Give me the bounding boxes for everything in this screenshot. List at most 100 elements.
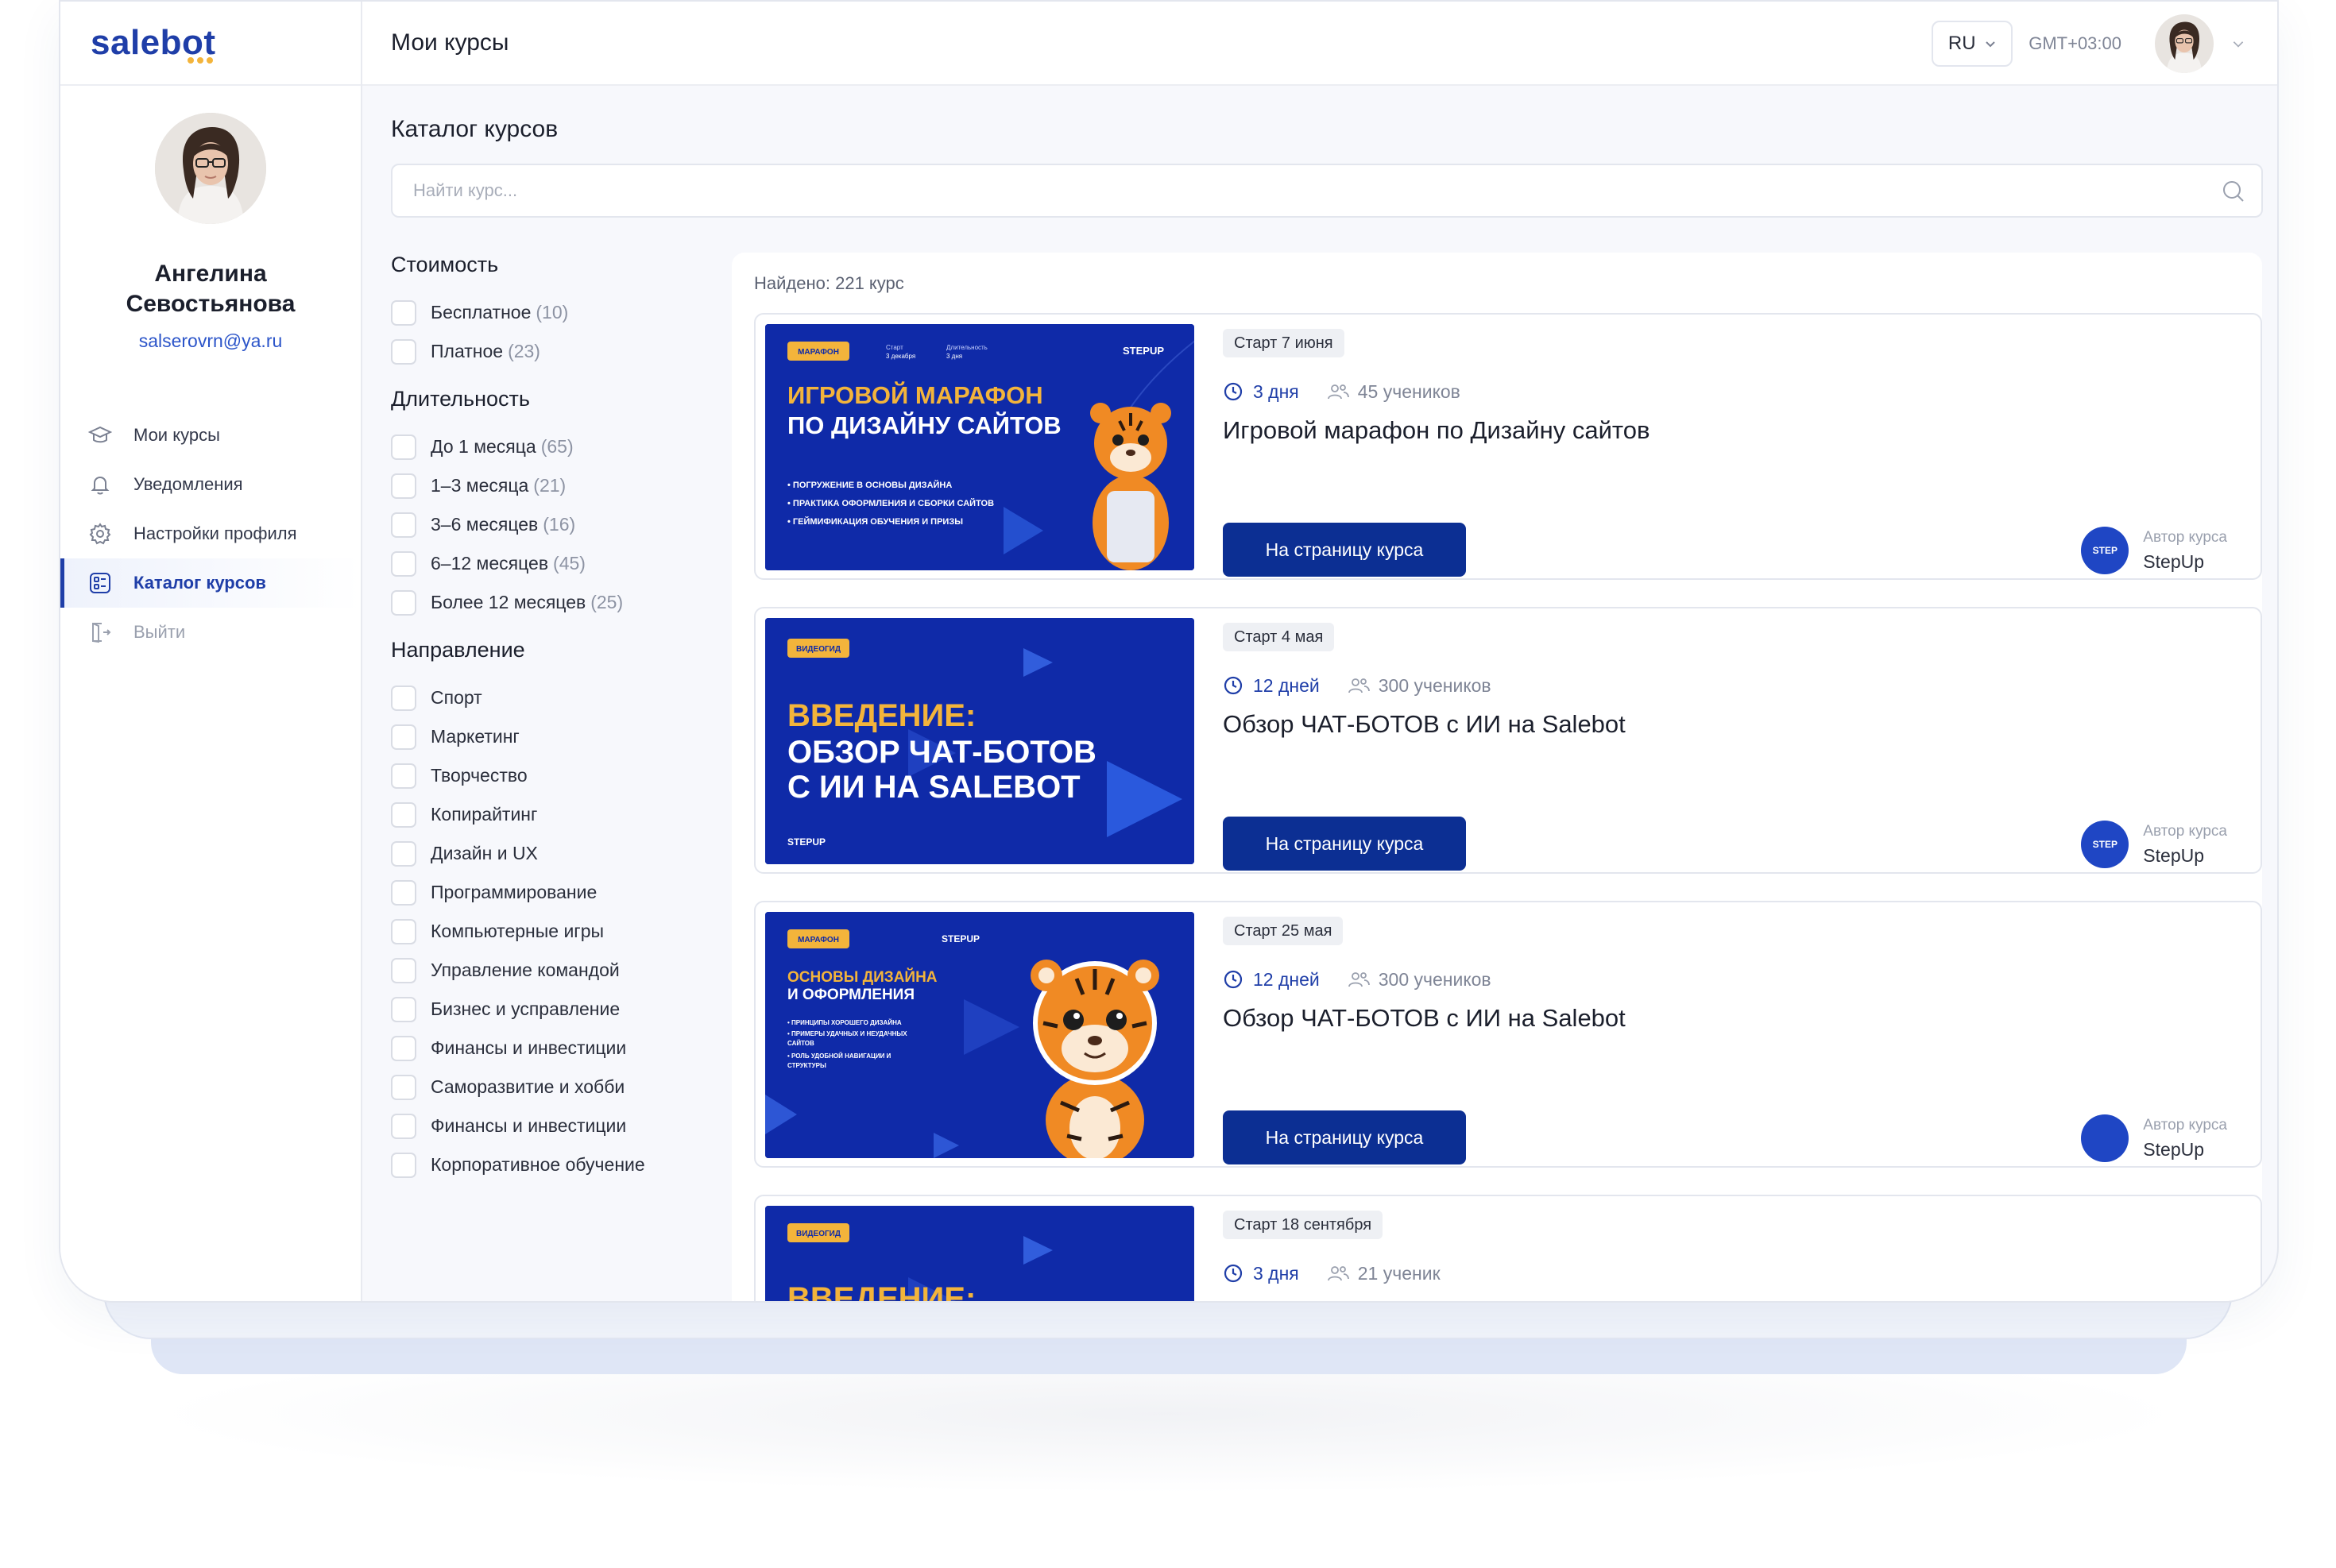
filter-option[interactable]: Более 12 месяцев (25) [391,583,709,622]
checkbox[interactable] [391,957,416,983]
filter-option-count: (25) [590,592,624,612]
filter-option[interactable]: Финансы и инвестиции [391,1029,709,1068]
course-thumbnail[interactable]: МАРАФОН Старт 3 декабря Длительность 3 д… [765,324,1194,570]
course-thumbnail[interactable]: ВИДЕОГИД ВВЕДЕНИЕ: [765,1206,1194,1303]
course-thumbnail[interactable]: МАРАФОН STEPUP ОСНОВЫ ДИЗАЙНА И ОФОРМЛЕН… [765,912,1194,1158]
filter-option-label: Корпоративное обучение [431,1154,645,1175]
thumb-heading: ВВЕДЕНИЕ: [787,1281,976,1303]
filter-group-duration: Длительность До 1 месяца (65) 1–3 месяца(… [391,387,709,622]
checkbox[interactable] [391,550,416,577]
search-input[interactable] [393,180,2188,201]
filter-option-label: Копирайтинг [431,804,538,825]
chevron-down-icon[interactable] [2231,37,2245,51]
open-course-button[interactable]: На страницу курса [1223,1110,1466,1164]
thumb-small: 3 декабря [886,353,915,360]
sidebar-item-profile-settings[interactable]: Настройки профиля [60,509,361,558]
checkbox[interactable] [391,996,416,1022]
search-icon[interactable] [2220,178,2247,205]
course-title[interactable]: Обзор ЧАТ-БОТОВ с ИИ на Salebot [1223,1004,2241,1033]
checkbox[interactable] [391,299,416,326]
checkbox[interactable] [391,473,416,499]
filter-option-count: (23) [508,341,540,361]
checkbox[interactable] [391,1113,416,1139]
filter-option[interactable]: 6–12 месяцев (45) [391,544,709,583]
profile-avatar[interactable] [155,113,266,224]
filter-option[interactable]: 1–3 месяца (21) [391,466,709,505]
course-info: Старт 4 мая 12 дней 300 учеников Обзор Ч… [1223,623,2241,872]
sidebar-item-label: Каталог курсов [133,573,266,593]
filter-group-direction: Направление Спорт Маркетинг Творчество К… [391,638,709,1184]
filter-option-label: Бесплатное [431,302,532,322]
checkbox[interactable] [391,801,416,828]
sidebar-item-label: Настройки профиля [133,523,297,543]
results-panel: Найдено: 221 курс МАРАФОН Старт 3 декабр… [732,253,2262,1303]
filter-option-label: До 1 месяца [431,436,536,457]
filter-option[interactable]: Дизайн и UX [391,834,709,873]
filter-option[interactable]: Маркетинг [391,717,709,756]
checkbox[interactable] [391,918,416,944]
user-avatar[interactable] [2155,14,2214,73]
filter-option[interactable]: Творчество [391,756,709,795]
checkbox[interactable] [391,1035,416,1061]
filter-option-count: (65) [540,436,574,457]
course-author[interactable]: STEP Автор курса StepUp [2081,523,2227,578]
filter-option-label: 1–3 месяца [431,475,529,496]
checkbox[interactable] [391,1074,416,1100]
timezone-label[interactable]: GMT+03:00 [2029,33,2121,54]
course-title[interactable]: Игровой марафон по Дизайну сайтов [1223,416,2241,445]
filter-option[interactable]: Программирование [391,873,709,912]
filter-option[interactable]: Финансы и инвестиции [391,1106,709,1145]
language-value: RU [1947,33,1976,54]
clock-icon [1224,970,1243,989]
filter-group-title: Длительность [391,387,530,411]
checkbox[interactable] [391,685,416,711]
thumb-tag: МАРАФОН [798,936,839,944]
open-course-button[interactable]: На страницу курса [1223,817,1466,871]
course-students: 45 учеников [1357,380,1460,402]
checkbox[interactable] [391,1152,416,1178]
filter-option[interactable]: Бизнес и усправление [391,990,709,1029]
sidebar-item-logout[interactable]: Выйти [60,608,361,657]
filter-option[interactable]: Саморазвитие и хобби [391,1068,709,1106]
filter-option[interactable]: Компьютерные игры [391,912,709,951]
filter-option-count: (10) [536,302,569,322]
checkbox[interactable] [391,338,416,365]
course-author[interactable]: STEP Автор курса StepUp [2081,817,2227,872]
filter-option[interactable]: До 1 месяца (65) [391,427,709,466]
sidebar-item-notifications[interactable]: Уведомления [60,460,361,509]
course-title[interactable]: Обзор ЧАТ-БОТОВ с ИИ на Salebot [1223,710,2241,739]
thumb-tag: ВИДЕОГИД [796,645,841,654]
filter-option-label: 3–6 месяцев [431,514,539,535]
author-caption: Автор курса [2143,528,2227,546]
sidebar-item-my-courses[interactable]: Мои курсы [60,411,361,460]
course-duration: 12 дней [1253,674,1320,696]
filter-option[interactable]: 3–6 месяцев (16) [391,505,709,544]
filter-option[interactable]: Управление командой [391,951,709,990]
checkbox[interactable] [391,763,416,789]
checkbox[interactable] [391,879,416,906]
clock-icon [1224,676,1243,695]
checkbox[interactable] [391,512,416,538]
checkbox[interactable] [391,840,416,867]
filter-option-count: (45) [553,553,586,574]
start-date-badge: Старт 18 сентября [1223,1211,1383,1239]
open-course-button[interactable]: На страницу курса [1223,523,1466,577]
filter-option[interactable]: Бесплатное (10) [391,293,709,332]
checkbox[interactable] [391,724,416,750]
clock-icon [1224,382,1243,401]
checkbox[interactable] [391,434,416,460]
logout-icon [86,618,114,647]
author-logo-icon [2081,1114,2129,1162]
filter-option[interactable]: Спорт [391,678,709,717]
sidebar-item-course-catalog[interactable]: Каталог курсов [60,558,361,608]
course-author[interactable]: Автор курса StepUp [2081,1110,2227,1166]
checkbox[interactable] [391,589,416,616]
topbar: Мои курсы RU GMT+03:00 [362,2,2277,86]
filter-option-label: Саморазвитие и хобби [431,1076,625,1097]
language-select[interactable]: RU [1932,21,2013,67]
filter-option[interactable]: Платное (23) [391,332,709,371]
sidebar-item-label: Уведомления [133,474,243,494]
filter-option[interactable]: Копирайтинг [391,795,709,834]
filter-option[interactable]: Корпоративное обучение [391,1145,709,1184]
course-thumbnail[interactable]: ВИДЕОГИД ВВЕДЕНИЕ: ОБЗОР ЧАТ-БОТОВ С ИИ … [765,618,1194,864]
